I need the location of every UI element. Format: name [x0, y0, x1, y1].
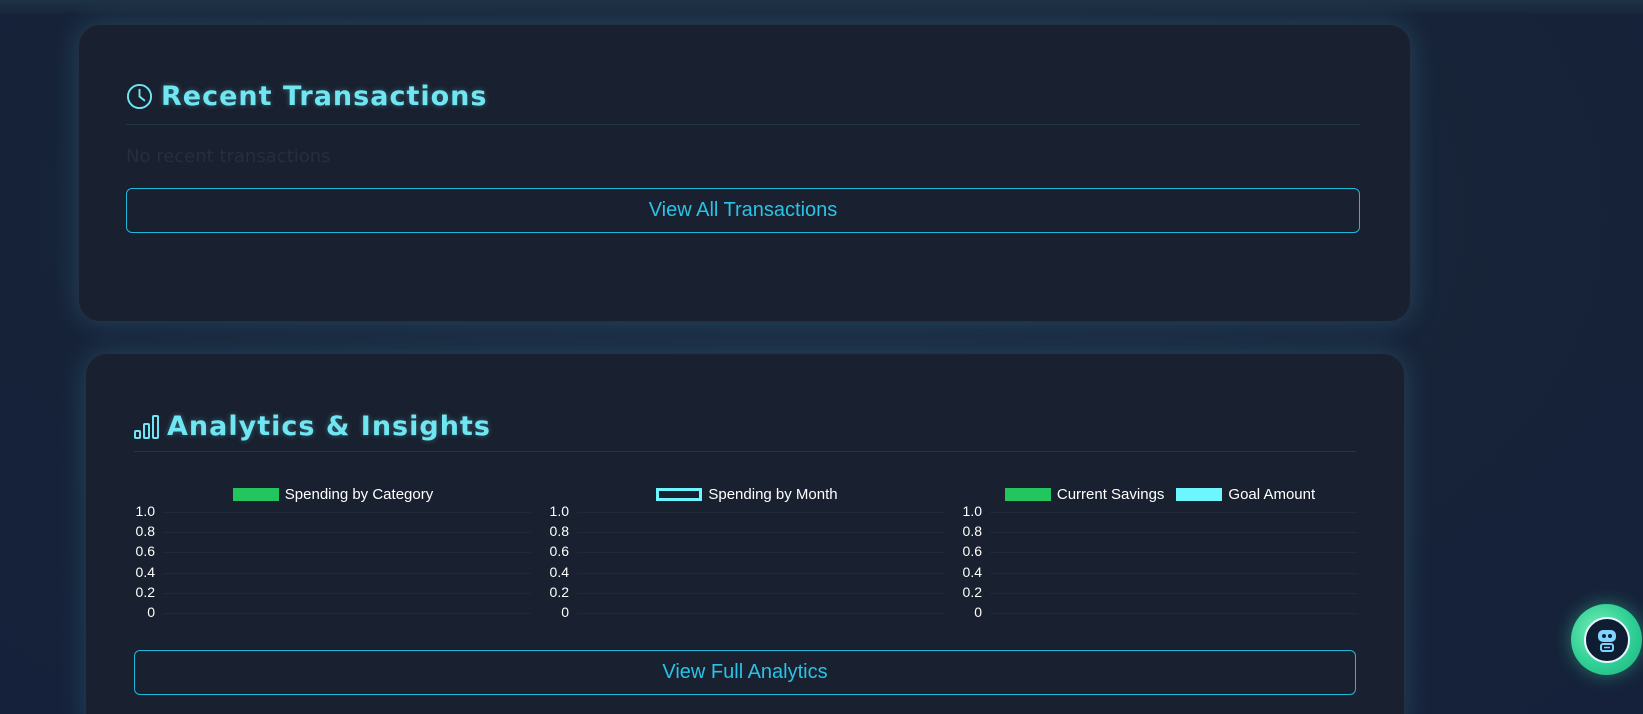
analytics-card: Analytics & Insights Spending by Categor…	[85, 353, 1405, 714]
assistant-avatar	[1583, 616, 1630, 663]
gridline	[577, 572, 945, 574]
y-tick-label: 0.8	[135, 523, 155, 540]
view-full-analytics-button[interactable]: View Full Analytics	[134, 650, 1356, 695]
section-divider	[134, 451, 1356, 452]
robot-icon	[1597, 629, 1616, 652]
y-tick-label: 0	[561, 604, 569, 620]
gridline	[990, 552, 1358, 554]
y-tick-label: 0.4	[549, 563, 569, 580]
legend-swatch	[1004, 487, 1051, 501]
section-divider	[126, 124, 1360, 125]
legend-item[interactable]: Current Savings	[1004, 485, 1165, 503]
empty-transactions-text: No recent transactions	[126, 146, 331, 167]
legend-swatch	[656, 487, 703, 501]
legend-item[interactable]: Spending by Month	[656, 485, 838, 503]
analytics-header: Analytics & Insights	[134, 411, 491, 442]
gridline	[163, 572, 531, 574]
legend-label: Spending by Month	[708, 485, 838, 503]
gridline	[990, 613, 1358, 614]
analytics-title: Analytics & Insights	[167, 411, 491, 442]
y-tick-label: 0.4	[135, 563, 155, 580]
recent-transactions-title: Recent Transactions	[161, 81, 488, 112]
legend-swatch	[1176, 487, 1223, 501]
gridline	[163, 532, 531, 534]
gridline	[577, 613, 945, 614]
legend-item[interactable]: Goal Amount	[1176, 486, 1315, 503]
legend-label: Spending by Category	[284, 485, 434, 503]
legend-label: Current Savings	[1056, 485, 1165, 503]
y-tick-label: 0.2	[135, 583, 155, 600]
bar-chart-icon	[134, 415, 159, 439]
recent-transactions-header: Recent Transactions	[126, 81, 487, 112]
y-tick-label: 0.4	[962, 563, 982, 580]
gridline	[577, 592, 945, 594]
legend-swatch	[232, 487, 279, 501]
y-tick-label: 0.2	[962, 583, 982, 600]
y-tick-label: 1.0	[549, 503, 569, 519]
y-tick-label: 1.0	[135, 503, 155, 519]
spending-by-month-chart: Spending by Month 1.0 0.8 0.6 0.4 0.2 0	[547, 484, 947, 634]
y-tick-label: 0.8	[549, 523, 569, 540]
y-tick-label: 0.6	[962, 543, 982, 560]
gridline	[990, 512, 1358, 513]
gridline	[163, 613, 531, 614]
gridline	[577, 532, 945, 534]
view-all-transactions-button[interactable]: View All Transactions	[126, 188, 1360, 233]
y-tick-label: 0.8	[962, 523, 982, 540]
y-tick-label: 0	[974, 604, 982, 620]
chart-legend: Current Savings Goal Amount	[960, 484, 1360, 504]
clock-icon	[126, 83, 153, 110]
gridline	[163, 552, 531, 554]
gridline	[163, 512, 531, 513]
y-tick-label: 0.2	[549, 583, 569, 600]
gridline	[577, 552, 945, 554]
chart-legend: Spending by Month	[547, 484, 947, 504]
gridline	[990, 532, 1358, 534]
spending-by-category-chart: Spending by Category 1.0 0.8 0.6 0.4 0.2 0	[133, 484, 533, 634]
gridline	[577, 512, 945, 513]
y-tick-label: 0.6	[135, 543, 155, 560]
savings-goal-chart: Current Savings Goal Amount 1.0 0.8 0.6 0.4 0.…	[960, 484, 1360, 634]
legend-item[interactable]: Spending by Category	[232, 485, 434, 503]
gridline	[163, 592, 531, 594]
gridline	[990, 572, 1358, 574]
legend-label: Goal Amount	[1228, 485, 1316, 503]
gridline	[990, 592, 1358, 594]
y-tick-label: 1.0	[962, 503, 982, 519]
assistant-bot-button[interactable]	[1571, 604, 1642, 675]
y-tick-label: 0.6	[549, 543, 569, 560]
top-edge	[0, 0, 1643, 14]
recent-transactions-card: Recent Transactions No recent transactio…	[78, 24, 1411, 322]
y-tick-label: 0	[147, 604, 155, 620]
chart-legend: Spending by Category	[133, 484, 533, 504]
